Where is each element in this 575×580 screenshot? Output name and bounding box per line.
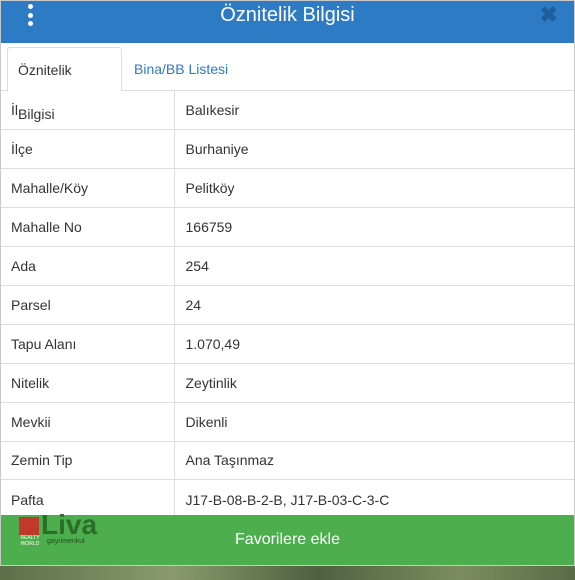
logo-word: Liva [41, 509, 98, 540]
attribute-key: Ada [1, 246, 175, 286]
attribute-dialog: Öznitelik Bilgisi ✖ Öznitelik Bilgisi Bi… [0, 0, 575, 566]
attribute-value: 24 [174, 284, 574, 325]
table-row: İlçe Burhaniye [1, 129, 574, 169]
tab-attribute-info[interactable]: Öznitelik Bilgisi [7, 47, 122, 122]
attribute-key: Mahalle/Köy [1, 168, 175, 208]
table-row: İl Balıkesir [1, 91, 574, 130]
attribute-key: Nitelik [1, 362, 175, 403]
background-strip [0, 566, 575, 580]
logo-mark [19, 517, 39, 535]
table-row: Ada 254 [1, 246, 574, 286]
attribute-key: Zemin Tip [1, 440, 175, 480]
attribute-value: Pelitköy [174, 168, 574, 208]
attribute-key: Mevkii [1, 401, 175, 442]
table-row: Parsel 24 [1, 284, 574, 325]
attribute-key: Parsel [1, 284, 175, 325]
attribute-value: J17-B-08-B-2-B, J17-B-03-C-3-C [174, 479, 574, 519]
tab-building-list[interactable]: Bina/BB Listesi [124, 47, 238, 92]
dialog-header: Öznitelik Bilgisi ✖ [1, 1, 574, 43]
attribute-value: Balıkesir [185, 102, 240, 119]
table-row: Tapu Alanı 1.070,49 [1, 323, 574, 364]
table-row: Mevkii Dikenli [1, 401, 574, 442]
attribute-value: Zeytinlik [174, 362, 574, 403]
attribute-value: 1.070,49 [174, 323, 574, 364]
tab-bar: Öznitelik Bilgisi Bina/BB Listesi [1, 43, 574, 122]
close-icon[interactable]: ✖ [540, 2, 558, 28]
logo-small-text: REALTY WORLD [20, 535, 40, 547]
table-row: Zemin Tip Ana Taşınmaz [1, 440, 574, 480]
attribute-value: Burhaniye [174, 129, 574, 169]
attribute-table: İl Balıkesir İlçe Burhaniye Mahalle/Köy Pelit… [1, 91, 574, 519]
add-favorite-label: Favorilere ekle [235, 531, 340, 548]
table-row: Mahalle/Köy Pelitköy [1, 168, 574, 208]
logo-subtext: gayrimenkul [47, 538, 85, 545]
table-row: Nitelik Zeytinlik [1, 362, 574, 403]
logo: REALTY WORLD Liva gayrimenkul [19, 509, 99, 565]
table-row: Mahalle No 166759 [1, 207, 574, 247]
attribute-value: Dikenli [174, 401, 574, 442]
add-favorite-button[interactable]: REALTY WORLD Liva gayrimenkul Favorilere… [1, 509, 574, 565]
attribute-key: Mahalle No [1, 207, 175, 247]
attribute-value: Ana Taşınmaz [174, 440, 574, 480]
attribute-value: 254 [174, 246, 574, 286]
attribute-value: 166759 [174, 207, 574, 247]
dialog-title: Öznitelik Bilgisi [220, 4, 355, 26]
attribute-key: Tapu Alanı [1, 323, 175, 364]
